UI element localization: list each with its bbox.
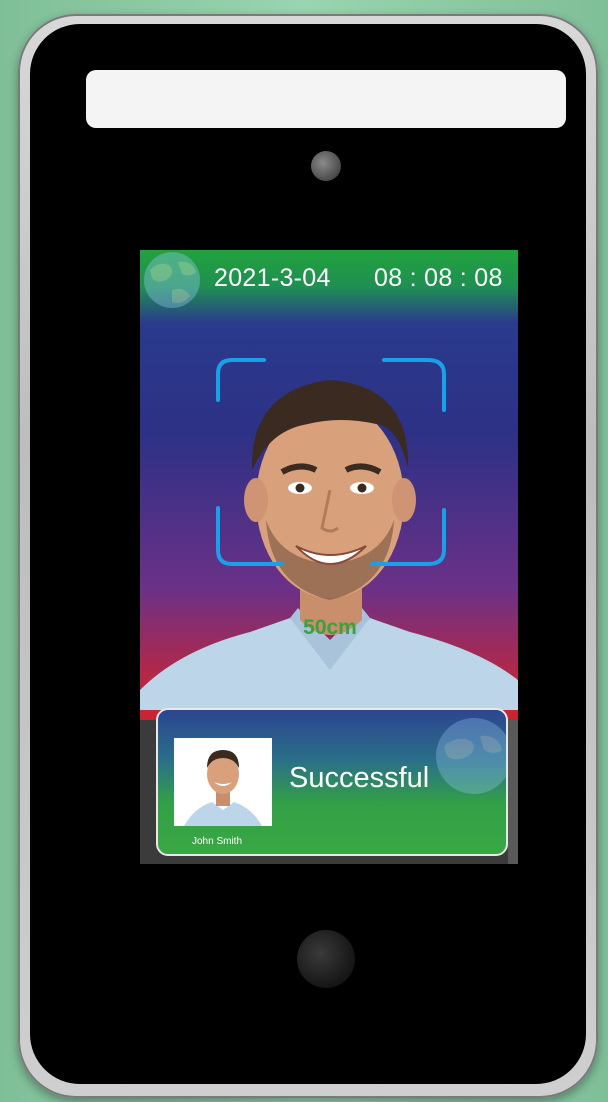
person-face-image [140,358,518,710]
status-bar: 2021-3-04 08 : 08 : 08 [140,250,518,306]
date-display: 2021-3-04 [214,264,331,292]
user-name-label: John Smith [192,836,243,847]
user-photo [174,738,272,826]
device-bezel: 2021-3-04 08 : 08 : 08 50cm John Smith S… [30,24,586,1084]
time-display: 08 : 08 : 08 [374,264,503,292]
distance-indicator: 50cm [303,616,357,639]
recognition-status: Successful [289,762,430,794]
top-light-window [86,70,566,128]
camera-lens-icon [311,151,341,181]
face-recognition-terminal: 2021-3-04 08 : 08 : 08 50cm John Smith S… [18,14,598,1098]
user-avatar-image [174,738,272,826]
recognition-result-card: John Smith Successful [156,708,508,856]
sensor-icon [297,930,355,988]
display-screen: 2021-3-04 08 : 08 : 08 50cm John Smith S… [140,250,518,864]
screen-edge [508,720,518,864]
globe-icon [436,718,506,794]
